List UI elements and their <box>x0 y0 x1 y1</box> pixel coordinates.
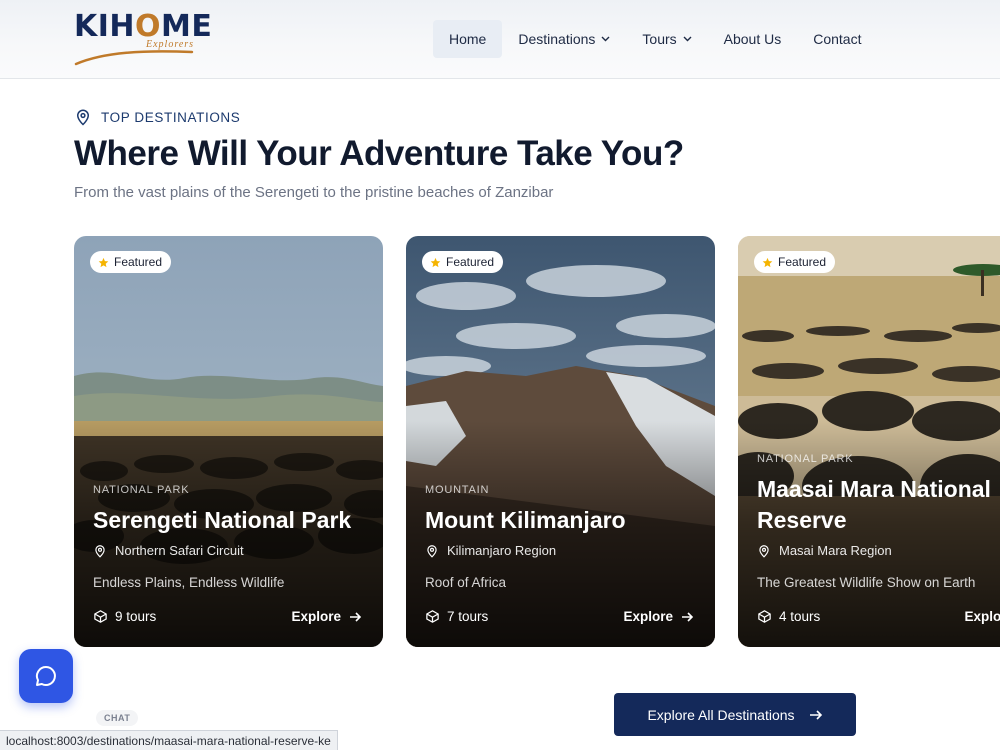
section-title: Where Will Your Adventure Take You? <box>74 134 684 173</box>
card-explore-link[interactable]: Explore <box>623 609 694 624</box>
star-icon <box>98 257 109 267</box>
featured-badge: Featured <box>422 251 504 273</box>
nav-destinations[interactable]: Destinations <box>502 20 626 58</box>
nav-contact[interactable]: Contact <box>797 20 877 58</box>
chat-bubble-icon <box>35 665 56 686</box>
package-icon <box>758 610 771 623</box>
card-region: Kilimanjaro Region <box>425 543 556 558</box>
eyebrow-text: TOP DESTINATIONS <box>101 109 241 125</box>
card-tour-count: 4 tours <box>757 609 820 624</box>
card-title[interactable]: Mount Kilimanjaro <box>425 505 710 536</box>
card-category: NATIONAL PARK <box>93 484 190 496</box>
package-icon <box>94 610 107 623</box>
destination-card-maasai-mara[interactable]: Featured NATIONAL PARK Maasai Mara Natio… <box>738 236 1000 647</box>
main-nav: Home Destinations Tours About Us Contact <box>433 20 877 58</box>
map-pin-icon <box>76 109 90 126</box>
chat-button[interactable] <box>19 649 73 703</box>
card-explore-link[interactable]: Explore <box>964 609 1000 624</box>
card-tour-count: 9 tours <box>93 609 156 624</box>
map-pin-icon <box>427 544 437 558</box>
card-region: Masai Mara Region <box>757 543 892 558</box>
featured-badge: Featured <box>90 251 172 273</box>
section-eyebrow: TOP DESTINATIONS <box>74 108 240 126</box>
nav-home[interactable]: Home <box>433 20 503 58</box>
card-tagline: The Greatest Wildlife Show on Earth <box>757 575 976 590</box>
star-icon <box>430 257 441 267</box>
arrow-right-icon <box>350 611 362 622</box>
arrow-right-icon <box>809 709 822 720</box>
card-explore-link[interactable]: Explore <box>291 609 362 624</box>
card-title[interactable]: Maasai Mara National Reserve <box>757 474 1000 536</box>
destination-card-serengeti[interactable]: Featured NATIONAL PARK Serengeti Nationa… <box>74 236 383 647</box>
site-logo[interactable]: KIHOME Explorers <box>74 10 212 68</box>
card-tagline: Endless Plains, Endless Wildlife <box>93 575 285 590</box>
nav-about-us[interactable]: About Us <box>708 20 798 58</box>
chevron-down-icon <box>601 36 610 42</box>
card-tour-count: 7 tours <box>425 609 488 624</box>
section-subtitle: From the vast plains of the Serengeti to… <box>74 184 554 201</box>
card-category: NATIONAL PARK <box>757 453 854 465</box>
package-icon <box>426 610 439 623</box>
card-title[interactable]: Serengeti National Park <box>93 505 378 536</box>
logo-swoosh-icon <box>74 50 194 66</box>
browser-status-url: localhost:8003/destinations/maasai-mara-… <box>0 730 338 750</box>
map-pin-icon <box>759 544 769 558</box>
card-region: Northern Safari Circuit <box>93 543 244 558</box>
chat-label: CHAT <box>96 710 139 726</box>
card-category: MOUNTAIN <box>425 484 490 496</box>
chevron-down-icon <box>683 36 692 42</box>
featured-badge: Featured <box>754 251 836 273</box>
map-pin-icon <box>95 544 105 558</box>
arrow-right-icon <box>682 611 694 622</box>
star-icon <box>762 257 773 267</box>
site-header: KIHOME Explorers Home Destinations Tours… <box>0 0 1000 79</box>
card-tagline: Roof of Africa <box>425 575 507 590</box>
destination-card-kilimanjaro[interactable]: Featured MOUNTAIN Mount Kilimanjaro Kili… <box>406 236 715 647</box>
explore-all-destinations-button[interactable]: Explore All Destinations <box>614 693 856 736</box>
nav-tours[interactable]: Tours <box>626 20 707 58</box>
